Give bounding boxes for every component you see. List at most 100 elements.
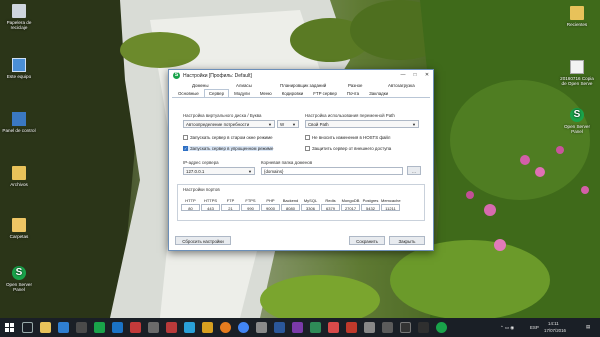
root-folder-input[interactable]: {domains}	[261, 167, 403, 175]
app-icon[interactable]	[256, 322, 267, 333]
port-value-input[interactable]: 5432	[361, 204, 380, 211]
port-value-input[interactable]: 27017	[341, 204, 360, 211]
tab-bookmarks[interactable]: Закладки	[364, 89, 393, 97]
path-var-value: Свой Path	[308, 122, 329, 127]
app-icon[interactable]	[382, 322, 393, 333]
no-hosts-checkbox[interactable]: Не вносить изменения в HOSTS файл	[305, 135, 390, 140]
file-icon[interactable]: 20160716 Copia de Open Serve	[560, 60, 594, 86]
app-icon[interactable]	[94, 322, 105, 333]
tab-misc[interactable]: Разное	[343, 81, 383, 89]
clock-time[interactable]: 14:11	[548, 321, 559, 326]
port-php: PHP 9000	[261, 198, 280, 211]
tab-mail[interactable]: Почта	[342, 89, 364, 97]
tab-menu[interactable]: Меню	[255, 89, 277, 97]
virtual-disk-value: Автоопределение потребности	[186, 122, 250, 127]
port-value-input[interactable]: 3306	[301, 204, 320, 211]
browse-button[interactable]: ...	[407, 166, 421, 175]
root-folder-label: Корневая папка доменов	[261, 160, 313, 165]
app-icon[interactable]	[184, 322, 195, 333]
port-value-input[interactable]: 9000	[261, 204, 280, 211]
computer-icon[interactable]: Este equipo	[2, 58, 36, 79]
app-icon[interactable]	[310, 322, 321, 333]
checkbox-label: Запускать сервер в упрощенном режиме	[190, 146, 274, 151]
firefox-icon[interactable]	[220, 322, 231, 333]
tab-row-top: Домены Алиасы Планировщик заданий Разное…	[169, 81, 433, 89]
tab-aliases[interactable]: Алиасы	[231, 81, 275, 89]
app-icon[interactable]	[418, 322, 429, 333]
title-bar[interactable]: S Настройки [Профиль: Default] — □ ✕	[169, 70, 433, 81]
tab-general[interactable]: Основные	[173, 89, 204, 97]
folder-icon[interactable]: Recientes	[560, 6, 594, 27]
protect-server-checkbox[interactable]: Защитить сервер от внешнего доступа	[305, 146, 391, 151]
app-icon[interactable]	[130, 322, 141, 333]
maximize-button[interactable]: □	[409, 70, 421, 81]
checkbox-label: Не вносить изменения в HOSTS файл	[312, 135, 391, 140]
tab-domains[interactable]: Домены	[187, 81, 231, 89]
port-redis: Redis 6379	[321, 198, 340, 211]
tab-encodings[interactable]: Кодировки	[277, 89, 309, 97]
port-value-input[interactable]: 8080	[281, 204, 300, 211]
port-mysql: MySQL 3306	[301, 198, 320, 211]
tab-ftp-server[interactable]: FTP сервер	[308, 89, 342, 97]
tray-icons[interactable]: ⌃ ▭ ◉	[500, 325, 514, 331]
port-value-input[interactable]: 990	[241, 204, 260, 211]
path-var-select[interactable]: Свой Path ▼	[305, 120, 419, 128]
app-icon[interactable]	[166, 322, 177, 333]
control-panel-icon[interactable]: Panel de control	[2, 112, 36, 133]
virtual-disk-select[interactable]: Автоопределение потребности ▼	[183, 120, 275, 128]
openserver-icon[interactable]: S Open Server Panel	[2, 266, 36, 292]
simplified-mode-checkbox[interactable]: ✓ Запускать сервер в упрощенном режиме	[183, 146, 274, 151]
port-mongodb: MongoDB 27017	[341, 198, 360, 211]
app-icon[interactable]	[202, 322, 213, 333]
app-icon[interactable]	[112, 322, 123, 333]
folder-icon[interactable]: Carpetas	[2, 218, 36, 239]
chevron-down-icon: ▼	[248, 169, 252, 174]
port-value-input[interactable]: 11211	[381, 204, 400, 211]
tab-server[interactable]: Сервер	[203, 89, 230, 97]
app-icon[interactable]	[292, 322, 303, 333]
close-button[interactable]: Закрыть	[389, 236, 425, 245]
file-explorer-icon[interactable]	[40, 322, 51, 333]
ip-label: IP-адрес сервера	[183, 160, 219, 165]
start-old-window-checkbox[interactable]: Запускать сервер в старом окне режиме	[183, 135, 273, 140]
desktop-icon-label: Recientes	[566, 22, 588, 27]
edge-icon[interactable]	[58, 322, 69, 333]
path-var-label: Настройка использования переменной Path	[305, 113, 395, 118]
save-button[interactable]: Сохранить	[349, 236, 385, 245]
app-icon[interactable]	[328, 322, 339, 333]
reset-settings-button[interactable]: Сбросить настройки	[175, 236, 231, 245]
desktop-icon-label: Open Server Panel	[563, 124, 591, 135]
tab-autostart[interactable]: Автозагрузка	[383, 81, 433, 89]
app-icon[interactable]	[400, 322, 411, 333]
tab-modules[interactable]: Модули	[229, 89, 255, 97]
folder-icon[interactable]: Archivos	[2, 166, 36, 187]
tab-scheduler[interactable]: Планировщик заданий	[275, 81, 343, 89]
taskbar: ⌃ ▭ ◉ ESP 14:11 17/07/2016 ▤	[0, 318, 600, 337]
close-window-button[interactable]: ✕	[421, 70, 433, 81]
desktop-icon-label: Este equipo	[6, 74, 32, 79]
task-view-icon[interactable]	[22, 322, 33, 333]
virtual-disk-label: Настройка виртуального диска / Буква	[183, 113, 262, 118]
app-icon[interactable]	[148, 322, 159, 333]
clock-date[interactable]: 17/07/2016	[544, 328, 566, 333]
store-icon[interactable]	[76, 322, 87, 333]
word-icon[interactable]	[274, 322, 285, 333]
minimize-button[interactable]: —	[397, 70, 409, 81]
ports-row: HTTP 80 HTTPS 443 FTP 21 FTPS 990 PHP 90…	[181, 198, 401, 211]
start-icon[interactable]	[4, 322, 15, 333]
port-value-input[interactable]: 6379	[321, 204, 340, 211]
openserver-icon[interactable]: S Open Server Panel	[560, 108, 594, 134]
disk-letter-select[interactable]: W ▼	[277, 120, 299, 128]
chrome-icon[interactable]	[238, 322, 249, 333]
port-value-input[interactable]: 21	[221, 204, 240, 211]
notifications-icon[interactable]: ▤	[586, 324, 590, 330]
openserver-icon[interactable]	[436, 322, 447, 333]
input-language[interactable]: ESP	[530, 325, 539, 330]
port-name: Backend	[282, 198, 299, 203]
app-icon[interactable]	[346, 322, 357, 333]
app-icon[interactable]	[364, 322, 375, 333]
recycle-bin-icon[interactable]: Papelera de reciclaje	[2, 4, 36, 30]
port-value-input[interactable]: 80	[181, 204, 200, 211]
port-value-input[interactable]: 443	[201, 204, 220, 211]
ip-select[interactable]: 127.0.0.1 ▼	[183, 167, 255, 175]
